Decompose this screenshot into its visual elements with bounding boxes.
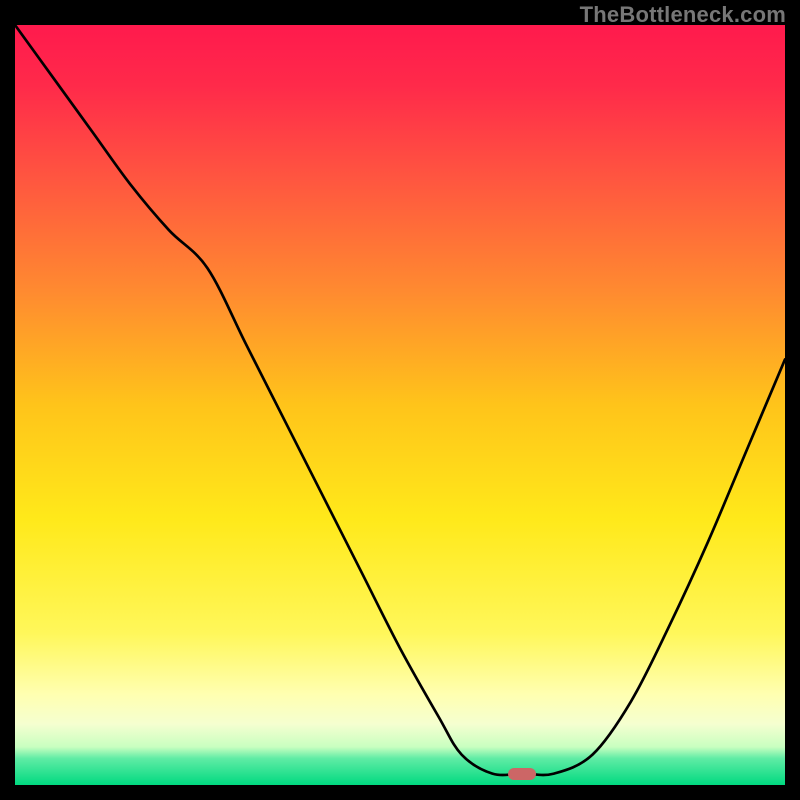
bottleneck-curve [15,25,785,785]
chart-frame: TheBottleneck.com [0,0,800,800]
optimal-marker [508,768,536,780]
plot-area [15,25,785,785]
